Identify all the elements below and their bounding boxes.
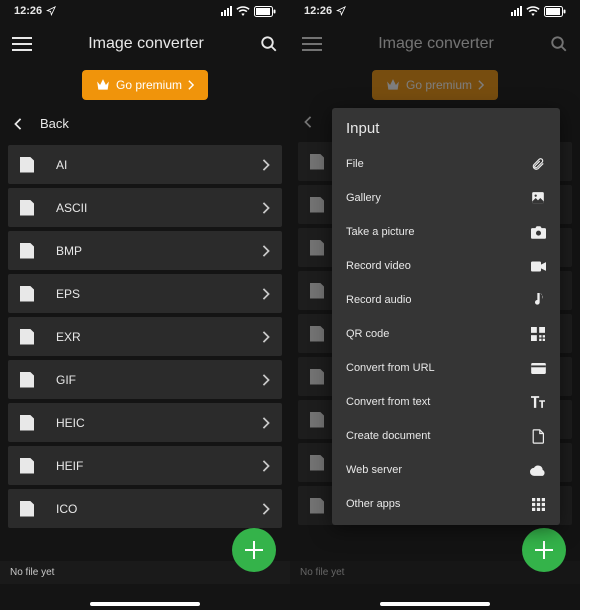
chevron-right-icon	[262, 374, 270, 386]
crown-icon	[96, 79, 110, 91]
premium-label: Go premium	[116, 78, 182, 92]
input-convert-text[interactable]: Convert from text	[332, 385, 560, 419]
chevron-right-icon	[262, 503, 270, 515]
document-icon	[530, 428, 546, 444]
status-bar: 12:26	[0, 0, 290, 22]
video-icon	[530, 258, 546, 274]
image-icon	[530, 190, 546, 206]
document-icon	[20, 329, 34, 345]
document-icon	[310, 412, 324, 428]
text-icon	[530, 394, 546, 410]
document-icon	[20, 372, 34, 388]
document-icon	[20, 415, 34, 431]
format-item-exr[interactable]: EXR	[8, 317, 282, 356]
qr-icon	[530, 326, 546, 342]
crown-icon	[386, 79, 400, 91]
menu-button[interactable]	[12, 37, 32, 51]
sheet-title: Input	[332, 120, 560, 147]
signal-icon	[511, 6, 522, 16]
document-icon	[310, 326, 324, 342]
search-button[interactable]	[260, 35, 278, 53]
location-icon	[46, 6, 56, 16]
input-record-audio[interactable]: Record audio	[332, 283, 560, 317]
format-item-eps[interactable]: EPS	[8, 274, 282, 313]
app-header: Image converter	[290, 22, 580, 66]
wifi-icon	[526, 6, 540, 16]
input-sheet: Input File Gallery Take a picture Record…	[332, 108, 560, 525]
add-fab[interactable]	[522, 528, 566, 572]
document-icon	[20, 501, 34, 517]
status-time: 12:26	[14, 5, 42, 17]
input-other-apps[interactable]: Other apps	[332, 487, 560, 521]
app-title: Image converter	[32, 35, 260, 53]
chevron-right-icon	[478, 80, 484, 90]
document-icon	[310, 283, 324, 299]
chevron-right-icon	[262, 331, 270, 343]
format-item-ascii[interactable]: ASCII	[8, 188, 282, 227]
paperclip-icon	[530, 156, 546, 172]
back-label: Back	[40, 116, 69, 131]
back-button[interactable]: Back	[0, 110, 290, 145]
chevron-right-icon	[262, 460, 270, 472]
input-take-picture[interactable]: Take a picture	[332, 215, 560, 249]
document-icon	[310, 369, 324, 385]
format-item-bmp[interactable]: BMP	[8, 231, 282, 270]
search-button[interactable]	[550, 35, 568, 53]
chevron-left-icon	[14, 118, 22, 130]
phone-left: 12:26 Image converter Go premium Back AI…	[0, 0, 290, 610]
format-item-ai[interactable]: AI	[8, 145, 282, 184]
document-icon	[310, 455, 324, 471]
format-item-heif[interactable]: HEIF	[8, 446, 282, 485]
document-icon	[20, 458, 34, 474]
document-icon	[310, 154, 324, 170]
input-file[interactable]: File	[332, 147, 560, 181]
cloud-icon	[530, 462, 546, 478]
battery-icon	[254, 6, 276, 17]
chevron-right-icon	[262, 288, 270, 300]
chevron-right-icon	[262, 417, 270, 429]
format-item-gif[interactable]: GIF	[8, 360, 282, 399]
battery-icon	[544, 6, 566, 17]
wifi-icon	[236, 6, 250, 16]
menu-button[interactable]	[302, 37, 322, 51]
document-icon	[20, 157, 34, 173]
document-icon	[310, 498, 324, 514]
status-bar: 12:26	[290, 0, 580, 22]
input-qr-code[interactable]: QR code	[332, 317, 560, 351]
format-list: AI ASCII BMP EPS EXR GIF HEIC HEIF ICO	[0, 145, 290, 528]
format-item-heic[interactable]: HEIC	[8, 403, 282, 442]
input-gallery[interactable]: Gallery	[332, 181, 560, 215]
status-time: 12:26	[304, 5, 332, 17]
phone-right: 12:26 Image converter Go premium AI A	[290, 0, 580, 610]
document-icon	[20, 286, 34, 302]
chevron-right-icon	[188, 80, 194, 90]
app-title: Image converter	[322, 35, 550, 53]
go-premium-button[interactable]: Go premium	[372, 70, 498, 100]
chevron-right-icon	[262, 245, 270, 257]
document-icon	[310, 197, 324, 213]
input-create-document[interactable]: Create document	[332, 419, 560, 453]
document-icon	[20, 243, 34, 259]
chevron-right-icon	[262, 202, 270, 214]
premium-label: Go premium	[406, 78, 472, 92]
go-premium-button[interactable]: Go premium	[82, 70, 208, 100]
input-convert-url[interactable]: Convert from URL	[332, 351, 560, 385]
home-indicator	[90, 602, 200, 606]
chevron-left-icon	[304, 116, 312, 128]
apps-grid-icon	[530, 496, 546, 512]
input-web-server[interactable]: Web server	[332, 453, 560, 487]
document-icon	[310, 240, 324, 256]
url-card-icon	[530, 360, 546, 376]
signal-icon	[221, 6, 232, 16]
app-header: Image converter	[0, 22, 290, 66]
add-fab[interactable]	[232, 528, 276, 572]
document-icon	[20, 200, 34, 216]
camera-icon	[530, 224, 546, 240]
input-record-video[interactable]: Record video	[332, 249, 560, 283]
location-icon	[336, 6, 346, 16]
chevron-right-icon	[262, 159, 270, 171]
home-indicator	[380, 602, 490, 606]
music-note-icon	[530, 292, 546, 308]
format-item-ico[interactable]: ICO	[8, 489, 282, 528]
